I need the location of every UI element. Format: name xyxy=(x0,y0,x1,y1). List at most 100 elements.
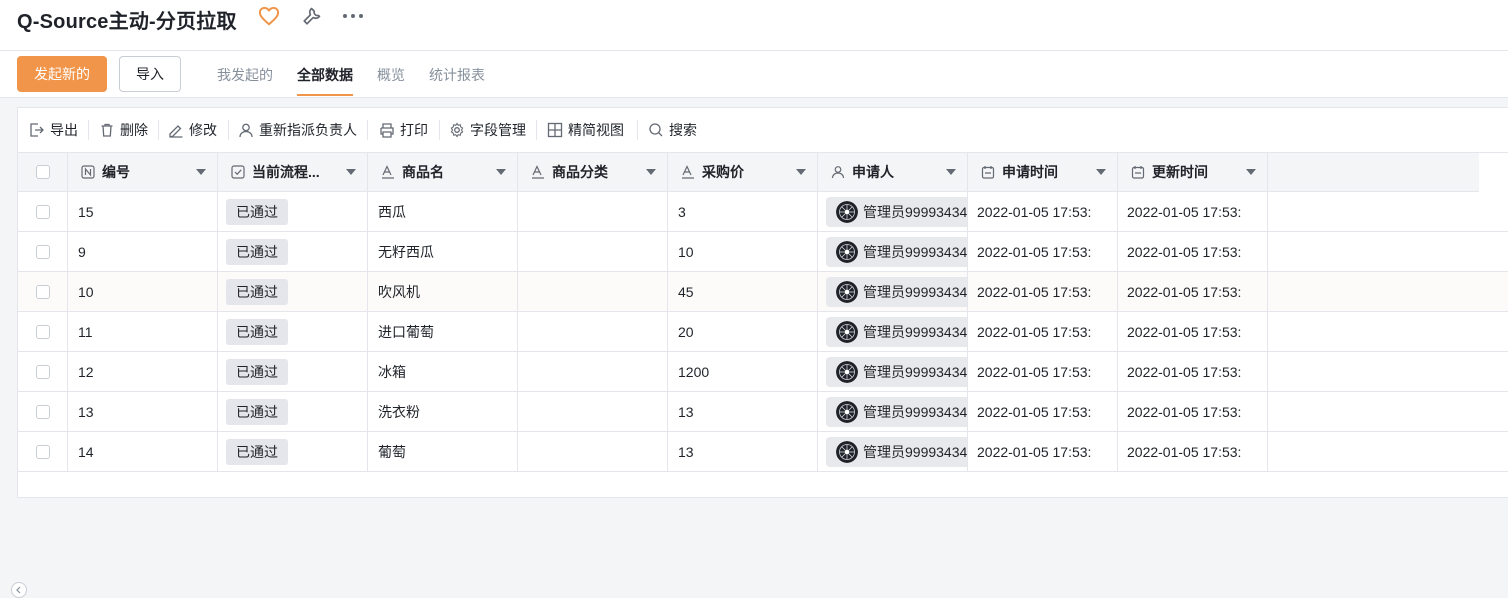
column-header-status[interactable]: 当前流程... xyxy=(218,153,368,191)
id-cell[interactable]: 10 xyxy=(68,272,218,311)
edit-button[interactable]: 修改 xyxy=(168,121,217,139)
price-cell[interactable]: 3 xyxy=(668,192,818,231)
table-row[interactable]: 12 已通过 冰箱 1200 管理员99993434 2022-01-05 17:53: 2… xyxy=(18,352,1508,392)
export-button[interactable]: 导出 xyxy=(29,121,78,139)
price-cell[interactable]: 13 xyxy=(668,392,818,431)
applicant-cell[interactable]: 管理员99993434 xyxy=(818,392,968,431)
updated-at-cell[interactable]: 2022-01-05 17:53: xyxy=(1118,312,1268,351)
status-cell[interactable]: 已通过 xyxy=(218,232,368,271)
select-all-checkbox[interactable] xyxy=(35,165,50,179)
status-cell[interactable]: 已通过 xyxy=(218,272,368,311)
applicant-cell[interactable]: 管理员99993434 xyxy=(818,432,968,471)
created-at-cell[interactable]: 2022-01-05 17:53: xyxy=(968,352,1118,391)
row-checkbox[interactable] xyxy=(35,204,50,219)
category-cell[interactable] xyxy=(518,432,668,471)
tab-my-submissions[interactable]: 我发起的 xyxy=(217,65,273,85)
compact-view-button[interactable]: 精简视图 xyxy=(547,121,624,139)
table-row[interactable]: 11 已通过 进口葡萄 20 管理员99993434 2022-01-05 17:53: 2… xyxy=(18,312,1508,352)
id-cell[interactable]: 9 xyxy=(68,232,218,271)
status-cell[interactable]: 已通过 xyxy=(218,432,368,471)
row-checkbox[interactable] xyxy=(35,444,50,459)
created-at-cell[interactable]: 2022-01-05 17:53: xyxy=(968,392,1118,431)
more-icon[interactable] xyxy=(342,5,364,27)
table-row[interactable]: 10 已通过 吹风机 45 管理员99993434 2022-01-05 17:53: 20… xyxy=(18,272,1508,312)
column-header-applicant[interactable]: 申请人 xyxy=(818,153,968,191)
wrench-icon[interactable] xyxy=(301,5,323,27)
column-header-price[interactable]: 采购价 xyxy=(668,153,818,191)
applicant-cell[interactable]: 管理员99993434 xyxy=(818,192,968,231)
chevron-down-icon[interactable] xyxy=(1096,169,1106,175)
row-checkbox[interactable] xyxy=(35,324,50,339)
price-cell[interactable]: 13 xyxy=(668,432,818,471)
status-cell[interactable]: 已通过 xyxy=(218,352,368,391)
price-cell[interactable]: 20 xyxy=(668,312,818,351)
applicant-cell[interactable]: 管理员99993434 xyxy=(818,352,968,391)
row-checkbox[interactable] xyxy=(35,404,50,419)
field-manage-button[interactable]: 字段管理 xyxy=(449,121,526,139)
column-header-category[interactable]: 商品分类 xyxy=(518,153,668,191)
status-cell[interactable]: 已通过 xyxy=(218,312,368,351)
column-header-updated-at[interactable]: 更新时间 xyxy=(1118,153,1268,191)
search-button[interactable]: 搜索 xyxy=(648,121,697,139)
row-checkbox[interactable] xyxy=(35,244,50,259)
status-cell[interactable]: 已通过 xyxy=(218,392,368,431)
tab-overview[interactable]: 概览 xyxy=(377,65,405,85)
updated-at-cell[interactable]: 2022-01-05 17:53: xyxy=(1118,192,1268,231)
updated-at-cell[interactable]: 2022-01-05 17:53: xyxy=(1118,352,1268,391)
table-row[interactable]: 13 已通过 洗衣粉 13 管理员99993434 2022-01-05 17:53: 20… xyxy=(18,392,1508,432)
applicant-cell[interactable]: 管理员99993434 xyxy=(818,312,968,351)
category-cell[interactable] xyxy=(518,312,668,351)
column-header-created-at[interactable]: 申请时间 xyxy=(968,153,1118,191)
table-row[interactable]: 15 已通过 西瓜 3 管理员99993434 2022-01-05 17:53: 2022… xyxy=(18,192,1508,232)
table-row[interactable]: 9 已通过 无籽西瓜 10 管理员99993434 2022-01-05 17:53: 20… xyxy=(18,232,1508,272)
applicant-cell[interactable]: 管理员99993434 xyxy=(818,272,968,311)
updated-at-cell[interactable]: 2022-01-05 17:53: xyxy=(1118,392,1268,431)
product-name-cell[interactable]: 葡萄 xyxy=(368,432,518,471)
tab-all-data[interactable]: 全部数据 xyxy=(297,65,353,85)
id-cell[interactable]: 14 xyxy=(68,432,218,471)
chevron-down-icon[interactable] xyxy=(1246,169,1256,175)
print-button[interactable]: 打印 xyxy=(379,121,428,139)
updated-at-cell[interactable]: 2022-01-05 17:53: xyxy=(1118,432,1268,471)
price-cell[interactable]: 1200 xyxy=(668,352,818,391)
chevron-down-icon[interactable] xyxy=(346,169,356,175)
table-row[interactable]: 14 已通过 葡萄 13 管理员99993434 2022-01-05 17:53: 202… xyxy=(18,432,1508,472)
product-name-cell[interactable]: 西瓜 xyxy=(368,192,518,231)
heart-icon[interactable] xyxy=(258,5,280,27)
product-name-cell[interactable]: 洗衣粉 xyxy=(368,392,518,431)
product-name-cell[interactable]: 进口葡萄 xyxy=(368,312,518,351)
product-name-cell[interactable]: 无籽西瓜 xyxy=(368,232,518,271)
create-new-button[interactable]: 发起新的 xyxy=(17,56,107,92)
chevron-down-icon[interactable] xyxy=(796,169,806,175)
created-at-cell[interactable]: 2022-01-05 17:53: xyxy=(968,232,1118,271)
updated-at-cell[interactable]: 2022-01-05 17:53: xyxy=(1118,232,1268,271)
reassign-button[interactable]: 重新指派负责人 xyxy=(238,121,357,139)
collapse-handle[interactable] xyxy=(11,582,27,598)
product-name-cell[interactable]: 冰箱 xyxy=(368,352,518,391)
category-cell[interactable] xyxy=(518,352,668,391)
import-button[interactable]: 导入 xyxy=(119,56,181,92)
applicant-cell[interactable]: 管理员99993434 xyxy=(818,232,968,271)
row-checkbox[interactable] xyxy=(35,284,50,299)
id-cell[interactable]: 13 xyxy=(68,392,218,431)
created-at-cell[interactable]: 2022-01-05 17:53: xyxy=(968,192,1118,231)
product-name-cell[interactable]: 吹风机 xyxy=(368,272,518,311)
row-checkbox[interactable] xyxy=(35,364,50,379)
updated-at-cell[interactable]: 2022-01-05 17:53: xyxy=(1118,272,1268,311)
category-cell[interactable] xyxy=(518,272,668,311)
created-at-cell[interactable]: 2022-01-05 17:53: xyxy=(968,432,1118,471)
chevron-down-icon[interactable] xyxy=(946,169,956,175)
chevron-down-icon[interactable] xyxy=(646,169,656,175)
category-cell[interactable] xyxy=(518,192,668,231)
price-cell[interactable]: 45 xyxy=(668,272,818,311)
category-cell[interactable] xyxy=(518,232,668,271)
price-cell[interactable]: 10 xyxy=(668,232,818,271)
id-cell[interactable]: 12 xyxy=(68,352,218,391)
chevron-down-icon[interactable] xyxy=(496,169,506,175)
delete-button[interactable]: 删除 xyxy=(99,121,148,139)
column-header-product-name[interactable]: 商品名 xyxy=(368,153,518,191)
tab-reports[interactable]: 统计报表 xyxy=(429,65,485,85)
chevron-down-icon[interactable] xyxy=(196,169,206,175)
created-at-cell[interactable]: 2022-01-05 17:53: xyxy=(968,272,1118,311)
id-cell[interactable]: 15 xyxy=(68,192,218,231)
